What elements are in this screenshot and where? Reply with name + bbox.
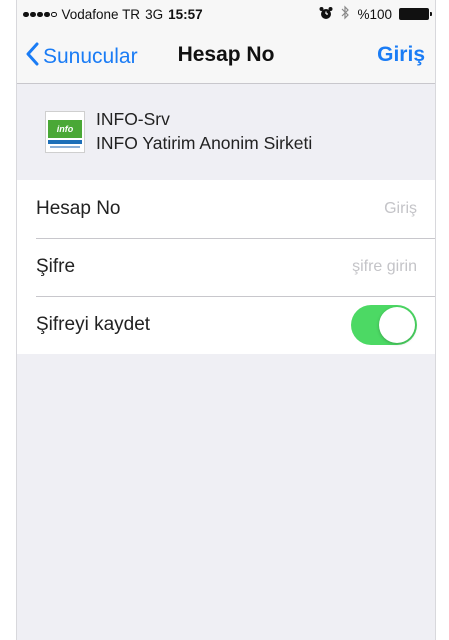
save-password-toggle[interactable] (351, 305, 417, 345)
status-right: %100 (319, 5, 432, 23)
password-label: Şifre (36, 256, 76, 277)
password-row: Şifre (17, 238, 435, 296)
signal-dot (44, 11, 50, 18)
account-label: Hesap No (36, 198, 121, 219)
toggle-knob (379, 307, 415, 343)
status-bar: Vodafone TR 3G 15:57 %100 (17, 0, 435, 28)
back-button[interactable]: Sunucular (25, 42, 138, 72)
status-left: Vodafone TR 3G 15:57 (23, 7, 203, 22)
bluetooth-icon (340, 5, 350, 23)
save-password-label: Şifreyi kaydet (36, 314, 151, 335)
signal-strength-icon (23, 11, 57, 18)
server-logo: info (45, 111, 85, 153)
logo-line (50, 146, 80, 148)
logo-stripe (48, 140, 82, 144)
back-button-label: Sunucular (43, 45, 138, 68)
alarm-icon (319, 6, 333, 23)
battery-percent: %100 (357, 6, 392, 22)
battery-icon (399, 8, 432, 20)
account-row: Hesap No (17, 180, 435, 238)
signal-dot (23, 11, 29, 18)
login-button[interactable]: Giriş (377, 43, 425, 67)
server-company: INFO Yatirim Anonim Sirketi (96, 133, 313, 153)
server-header: info INFO-Srv INFO Yatirim Anonim Sirket… (17, 98, 435, 172)
status-time: 15:57 (168, 7, 203, 22)
signal-dot (37, 11, 43, 18)
save-password-row: Şifreyi kaydet (17, 296, 435, 354)
password-input[interactable] (197, 258, 417, 276)
signal-dot-empty (51, 11, 57, 18)
navigation-bar: Sunucular Hesap No Giriş (17, 28, 435, 84)
carrier-name: Vodafone TR (61, 7, 141, 22)
account-input[interactable] (197, 200, 417, 218)
chevron-left-icon (25, 42, 39, 72)
login-form: Hesap No Şifre Şifreyi kaydet (17, 180, 435, 354)
network-type: 3G (145, 7, 164, 22)
server-name: INFO-Srv (96, 109, 170, 129)
signal-dot (30, 11, 36, 18)
app-screen: Vodafone TR 3G 15:57 %100 Sunucular Hesa… (16, 0, 436, 640)
logo-text: info (48, 120, 82, 138)
